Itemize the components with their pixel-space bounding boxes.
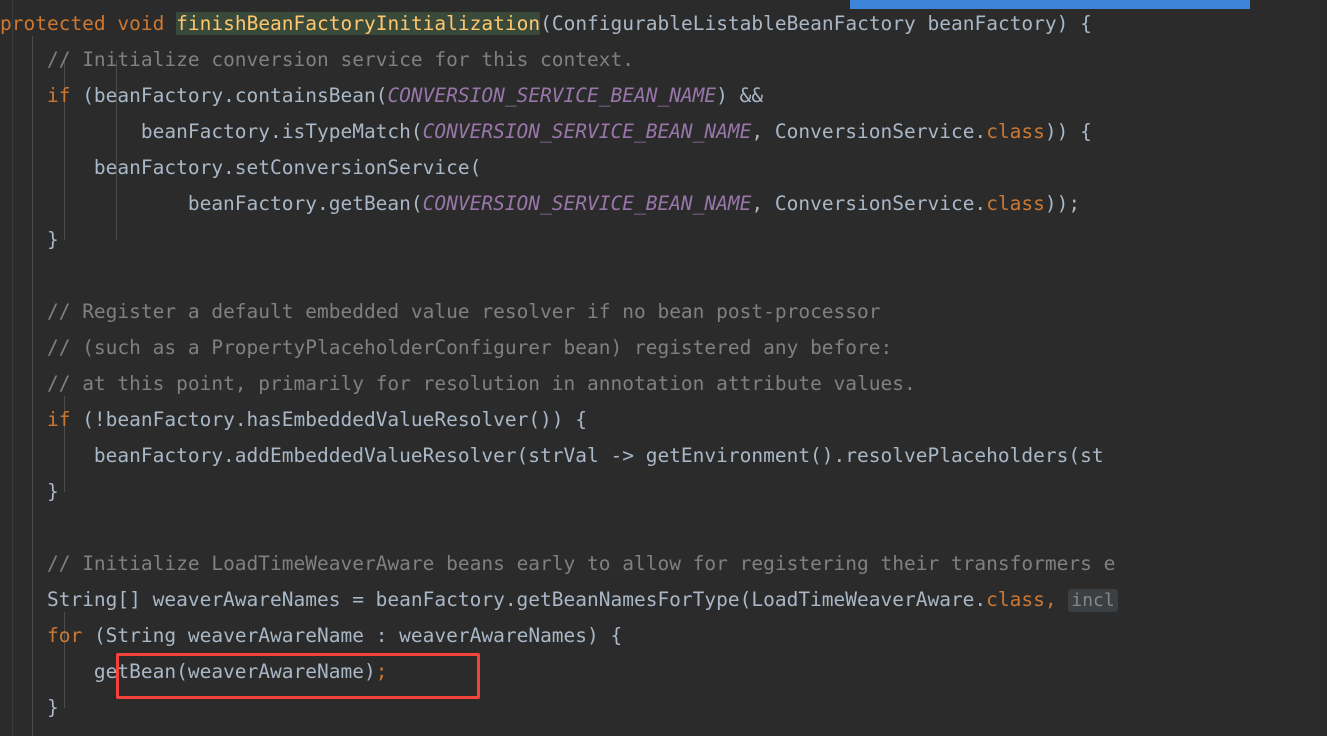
code-line[interactable]: } (0, 690, 1327, 726)
code-content[interactable]: protected void finishBeanFactoryInitiali… (0, 0, 1327, 736)
code-token: (ConfigurableListableBeanFactory beanFac… (540, 12, 1092, 35)
code-token: for (46, 624, 83, 647)
code-token: incl (1068, 589, 1118, 612)
code-token: beanFactory.isTypeMatch( (0, 120, 423, 143)
code-token: , ConversionService. (751, 120, 987, 143)
code-token: // Initialize LoadTimeWeaverAware beans … (46, 552, 1116, 575)
horizontal-scrollbar-thumb[interactable] (850, 0, 1250, 9)
code-token: getBean(weaverAwareName) (0, 660, 376, 683)
code-line[interactable]: if (beanFactory.containsBean(CONVERSION_… (0, 78, 1327, 114)
code-line[interactable]: // (such as a PropertyPlaceholderConfigu… (0, 330, 1327, 366)
code-token: (beanFactory.containsBean( (70, 84, 388, 107)
code-token: class (986, 120, 1045, 143)
code-token: beanFactory.setConversionService( (0, 156, 482, 179)
code-token: ; (375, 660, 388, 683)
code-line[interactable] (0, 510, 1327, 546)
code-token: beanFactory.getBean( (0, 192, 423, 215)
code-token: beanFactory.addEmbeddedValueResolver(str… (0, 444, 1104, 467)
code-token: } (0, 228, 59, 251)
code-line[interactable]: } (0, 474, 1327, 510)
code-token: , ConversionService. (751, 192, 987, 215)
code-line[interactable]: } (0, 222, 1327, 258)
code-token: // Register a default embedded value res… (46, 300, 881, 323)
code-line[interactable]: getBean(weaverAwareName); (0, 654, 1327, 690)
code-token: } (0, 480, 59, 503)
code-token: ) && (716, 84, 764, 107)
code-token: void (117, 12, 165, 35)
code-line[interactable]: beanFactory.setConversionService( (0, 150, 1327, 186)
code-line[interactable]: // at this point, primarily for resoluti… (0, 366, 1327, 402)
code-line[interactable]: if (!beanFactory.hasEmbeddedValueResolve… (0, 402, 1327, 438)
code-token: if (46, 408, 71, 431)
code-line[interactable]: // Register a default embedded value res… (0, 294, 1327, 330)
code-line[interactable]: String[] weaverAwareNames = beanFactory.… (0, 582, 1327, 618)
code-token: (String weaverAwareName : weaverAwareNam… (82, 624, 623, 647)
code-token: // (such as a PropertyPlaceholderConfigu… (46, 336, 893, 359)
code-token: if (46, 84, 71, 107)
code-token: protected (0, 12, 106, 35)
code-line[interactable]: for (String weaverAwareName : weaverAwar… (0, 618, 1327, 654)
code-token: )) { (1044, 120, 1092, 143)
code-line[interactable]: beanFactory.addEmbeddedValueResolver(str… (0, 438, 1327, 474)
code-line[interactable]: // Initialize conversion service for thi… (0, 42, 1327, 78)
code-token: String[] weaverAwareNames = beanFactory.… (0, 588, 987, 611)
code-line[interactable]: beanFactory.isTypeMatch(CONVERSION_SERVI… (0, 114, 1327, 150)
code-line[interactable]: beanFactory.getBean(CONVERSION_SERVICE_B… (0, 186, 1327, 222)
code-token: class (986, 192, 1045, 215)
code-token: )); (1044, 192, 1081, 215)
code-line[interactable]: // Initialize LoadTimeWeaverAware beans … (0, 546, 1327, 582)
horizontal-scrollbar-track[interactable] (0, 0, 1327, 9)
code-token: // at this point, primarily for resoluti… (46, 372, 916, 395)
code-token: CONVERSION_SERVICE_BEAN_NAME (387, 84, 717, 107)
code-token: finishBeanFactoryInitialization (176, 12, 541, 35)
code-line[interactable]: protected void finishBeanFactoryInitiali… (0, 6, 1327, 42)
code-token: class (986, 588, 1045, 611)
code-line[interactable] (0, 258, 1327, 294)
code-token: , (1044, 588, 1057, 611)
code-token: } (0, 696, 59, 719)
code-token: CONVERSION_SERVICE_BEAN_NAME (422, 120, 752, 143)
code-token: // Initialize conversion service for thi… (46, 48, 634, 71)
code-editor[interactable]: protected void finishBeanFactoryInitiali… (0, 0, 1327, 736)
code-token: CONVERSION_SERVICE_BEAN_NAME (422, 192, 752, 215)
code-token: (!beanFactory.hasEmbeddedValueResolver()… (70, 408, 588, 431)
